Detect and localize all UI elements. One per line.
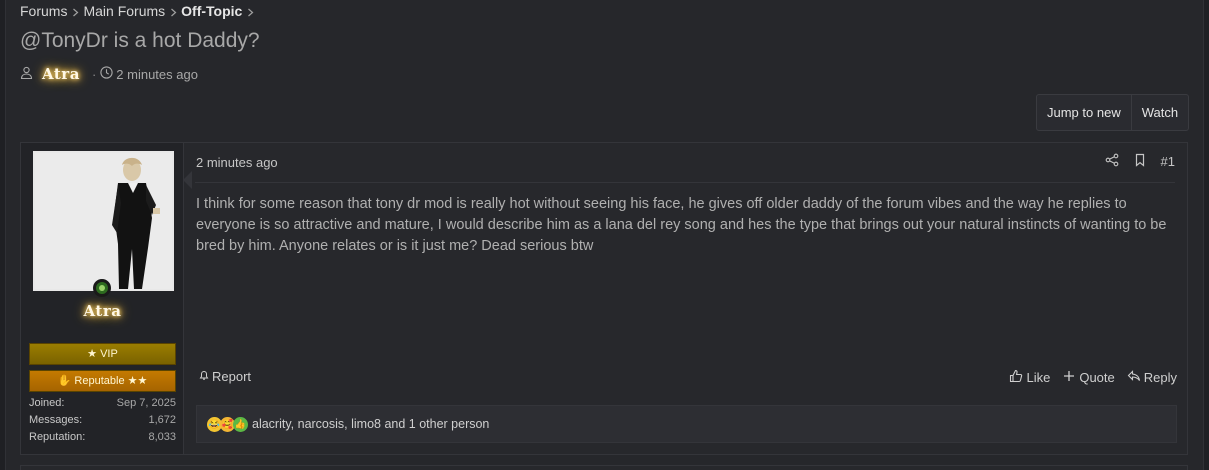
- stat-label: Joined:: [29, 397, 65, 409]
- stat-joined: Joined: Sep 7, 2025: [29, 395, 176, 412]
- report-link[interactable]: Report: [198, 369, 251, 384]
- user-stats: Joined: Sep 7, 2025 Messages: 1,672 Repu…: [29, 395, 176, 446]
- like-button[interactable]: Like: [1009, 369, 1050, 386]
- bookmark-icon[interactable]: [1133, 153, 1147, 170]
- avatar[interactable]: [33, 151, 174, 291]
- meta-separator: ·: [91, 66, 97, 82]
- thread-time[interactable]: 2 minutes ago: [116, 67, 198, 82]
- reactions-bar: 😂 🥰 👍 alacrity, narcosis, limo8 and 1 ot…: [196, 405, 1177, 443]
- post-number-link[interactable]: #1: [1161, 154, 1175, 169]
- post-actions: Like Quote Reply: [1009, 369, 1177, 386]
- stat-value: 8,033: [148, 431, 176, 443]
- stat-value: 1,672: [148, 414, 176, 426]
- reputable-banner-label: Reputable ★★: [74, 375, 148, 387]
- quote-button[interactable]: Quote: [1062, 369, 1115, 386]
- breadcrumb-off-topic[interactable]: Off-Topic: [181, 3, 242, 19]
- reply-label: Reply: [1143, 370, 1177, 385]
- chevron-right-icon: [165, 4, 181, 19]
- star-icon: ★: [87, 348, 101, 360]
- post-date[interactable]: 2 minutes ago: [196, 155, 278, 170]
- handshake-icon: ✋: [57, 375, 75, 387]
- post-user-cell: Atra ★ VIP ✋ Reputable ★★ Joined: Sep 7,…: [21, 143, 184, 454]
- watch-button[interactable]: Watch: [1132, 95, 1188, 130]
- user-icon: [20, 66, 33, 82]
- jump-to-new-button[interactable]: Jump to new: [1037, 95, 1132, 130]
- online-status-icon: [93, 279, 111, 297]
- like-reaction-icon: 👍: [233, 416, 248, 432]
- page-title: @TonyDr is a hot Daddy?: [20, 29, 260, 52]
- chevron-right-icon: [67, 4, 83, 19]
- breadcrumb: Forums Main Forums Off-Topic: [20, 3, 258, 19]
- thread-meta: Atra · 2 minutes ago: [20, 64, 198, 84]
- chevron-right-icon: [242, 4, 258, 19]
- stat-label: Messages:: [29, 414, 83, 426]
- message-header-actions: #1: [1105, 153, 1175, 170]
- breadcrumb-main-forums[interactable]: Main Forums: [83, 3, 165, 19]
- post-username[interactable]: Atra: [21, 302, 184, 320]
- stat-messages: Messages: 1,672: [29, 412, 176, 429]
- clock-icon: [100, 66, 113, 82]
- vip-banner-label: VIP: [100, 348, 118, 360]
- plus-icon: [1062, 369, 1076, 386]
- stat-reputation: Reputation: 8,033: [29, 429, 176, 446]
- reputable-banner: ✋ Reputable ★★: [29, 370, 176, 392]
- message-arrow: [183, 171, 192, 189]
- bell-icon: [198, 369, 210, 384]
- quote-label: Quote: [1079, 370, 1115, 385]
- stat-label: Reputation:: [29, 431, 86, 443]
- message-header: 2 minutes ago #1: [195, 153, 1175, 183]
- reply-button[interactable]: Reply: [1127, 369, 1177, 386]
- stat-value: Sep 7, 2025: [116, 397, 176, 409]
- reactions-users[interactable]: alacrity, narcosis, limo8 and 1 other pe…: [252, 417, 489, 431]
- like-label: Like: [1026, 370, 1051, 385]
- share-icon[interactable]: [1105, 153, 1119, 170]
- thread-actions: Jump to new Watch: [1036, 94, 1190, 131]
- reaction-icons[interactable]: 😂 🥰 👍: [207, 416, 248, 432]
- post: Atra ★ VIP ✋ Reputable ★★ Joined: Sep 7,…: [20, 142, 1188, 455]
- thumbs-up-icon: [1009, 369, 1023, 386]
- report-label: Report: [212, 369, 252, 384]
- avatar-image: [35, 153, 172, 289]
- thread-author-link[interactable]: Atra: [42, 65, 80, 83]
- vip-banner: ★ VIP: [29, 343, 176, 365]
- post-body: I think for some reason that tony dr mod…: [196, 196, 1167, 254]
- reply-icon: [1127, 369, 1141, 386]
- breadcrumb-forums[interactable]: Forums: [20, 3, 67, 19]
- next-post: [20, 465, 1188, 470]
